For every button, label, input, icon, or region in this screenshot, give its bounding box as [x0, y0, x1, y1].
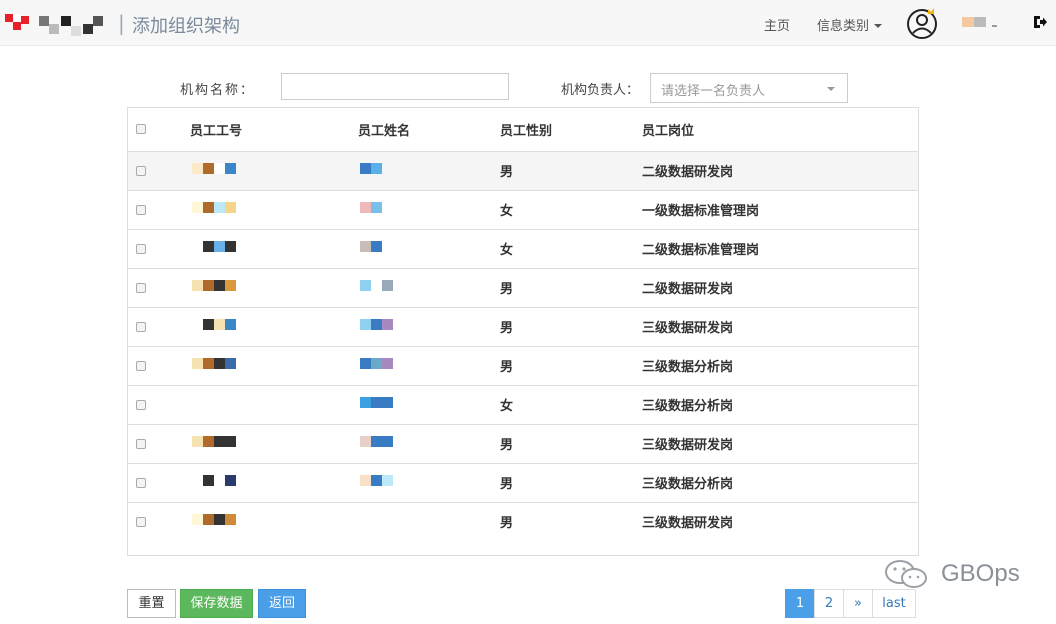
page-title: 添加组织架构 [132, 16, 240, 37]
pagination: 1 2 » last [785, 589, 916, 618]
row-checkbox[interactable] [136, 477, 146, 488]
user-name-redacted[interactable] [962, 17, 1002, 29]
table-header-row: 员工工号 员工姓名 员工性别 员工岗位 [128, 108, 918, 151]
employee-gender: 女 [500, 189, 642, 229]
employee-gender: 男 [500, 306, 642, 346]
employee-id-redacted [190, 474, 250, 491]
employee-gender: 男 [500, 267, 642, 307]
employee-name-redacted [358, 514, 418, 530]
table-row[interactable]: 男二级数据研发岗 [128, 150, 918, 190]
row-checkbox[interactable] [136, 438, 146, 449]
employee-id-redacted [190, 279, 250, 296]
employee-name-redacted [358, 474, 418, 491]
employee-position: 三级数据分析岗 [642, 384, 918, 424]
header-employee-name: 员工姓名 [358, 123, 411, 139]
row-checkbox[interactable] [136, 360, 146, 371]
employee-id-redacted [190, 396, 250, 413]
employee-name-redacted [358, 357, 418, 374]
employee-id-redacted [190, 162, 250, 179]
caret-down-icon [874, 24, 883, 28]
row-checkbox[interactable] [136, 321, 146, 332]
employee-id-redacted [190, 435, 250, 452]
table-row[interactable]: 男三级数据研发岗 [128, 423, 918, 463]
header-employee-gender: 员工性别 [500, 123, 553, 139]
employee-gender: 男 [500, 462, 642, 502]
reset-button[interactable]: 重置 [127, 589, 176, 618]
save-button[interactable]: 保存数据 [180, 589, 253, 618]
row-checkbox[interactable] [136, 399, 146, 410]
row-checkbox[interactable] [136, 165, 146, 176]
employee-id-redacted [190, 240, 250, 257]
employee-position: 三级数据研发岗 [642, 306, 918, 346]
employee-gender: 男 [500, 423, 642, 463]
select-caret-icon [827, 87, 835, 91]
employee-position: 一级数据标准管理岗 [642, 189, 918, 229]
next-page-link[interactable]: » [843, 589, 873, 618]
employee-position: 二级数据研发岗 [642, 267, 918, 307]
employee-id-redacted [190, 201, 250, 218]
employee-name-redacted [358, 162, 418, 179]
table-row[interactable]: 女一级数据标准管理岗 [128, 189, 918, 229]
table-row[interactable]: 女二级数据标准管理岗 [128, 228, 918, 268]
title-separator: | [118, 11, 125, 35]
org-name-input[interactable] [281, 73, 509, 100]
logout-icon[interactable] [1032, 14, 1048, 30]
last-page-link[interactable]: last [872, 589, 916, 618]
leader-select-placeholder: 请选择一名负责人 [661, 84, 766, 99]
employee-id-redacted [190, 513, 250, 530]
employee-name-redacted [358, 435, 418, 452]
employee-id-redacted [190, 357, 250, 374]
employee-position: 三级数据研发岗 [642, 501, 918, 541]
header-employee-position: 员工岗位 [642, 123, 695, 139]
back-button[interactable]: 返回 [258, 589, 306, 618]
employee-name-redacted [358, 279, 418, 296]
nav-category-label: 信息类别 [817, 19, 870, 34]
employee-position: 三级数据分析岗 [642, 462, 918, 502]
logo-icon[interactable] [5, 14, 105, 38]
top-navbar: | 添加组织架构 主页 信息类别 [0, 0, 1056, 46]
employee-gender: 女 [500, 384, 642, 424]
avatar-icon[interactable] [906, 7, 938, 39]
employee-gender: 女 [500, 228, 642, 268]
employee-gender: 男 [500, 150, 642, 190]
table-row[interactable]: 男三级数据分析岗 [128, 462, 918, 502]
employee-gender: 男 [500, 501, 642, 541]
header-employee-id: 员工工号 [190, 123, 243, 139]
table-row[interactable]: 男三级数据研发岗 [128, 306, 918, 346]
row-checkbox[interactable] [136, 243, 146, 254]
leader-select[interactable]: 请选择一名负责人 [650, 73, 848, 103]
employee-position: 三级数据分析岗 [642, 345, 918, 385]
nav-category-dropdown[interactable]: 信息类别 [817, 15, 883, 34]
table-row[interactable]: 男三级数据分析岗 [128, 345, 918, 385]
row-checkbox[interactable] [136, 204, 146, 215]
employee-table-container: 员工工号 员工姓名 员工性别 员工岗位 男二级数据研发岗女一级数据标准管理岗女二… [127, 107, 919, 556]
employee-name-redacted [358, 201, 418, 218]
wechat-icon [885, 560, 927, 588]
employee-name-redacted [358, 396, 418, 413]
row-checkbox[interactable] [136, 282, 146, 293]
employee-table: 员工工号 员工姓名 员工性别 员工岗位 男二级数据研发岗女一级数据标准管理岗女二… [128, 108, 918, 541]
select-all-checkbox[interactable] [136, 124, 146, 135]
row-checkbox[interactable] [136, 516, 146, 527]
employee-id-redacted [190, 318, 250, 335]
employee-gender: 男 [500, 345, 642, 385]
table-row[interactable]: 男二级数据研发岗 [128, 267, 918, 307]
leader-label: 机构负责人： [561, 83, 640, 98]
page-1-link[interactable]: 1 [785, 589, 815, 618]
table-row[interactable]: 男三级数据研发岗 [128, 501, 918, 541]
employee-position: 二级数据标准管理岗 [642, 228, 918, 268]
employee-position: 二级数据研发岗 [642, 150, 918, 190]
nav-home-link[interactable]: 主页 [764, 15, 790, 34]
employee-position: 三级数据研发岗 [642, 423, 918, 463]
employee-name-redacted [358, 318, 418, 335]
table-row[interactable]: 女三级数据分析岗 [128, 384, 918, 424]
watermark-text: GBOps [941, 560, 1020, 587]
org-name-label: 机构名称： [180, 83, 256, 98]
page-2-link[interactable]: 2 [814, 589, 844, 618]
employee-name-redacted [358, 240, 418, 257]
